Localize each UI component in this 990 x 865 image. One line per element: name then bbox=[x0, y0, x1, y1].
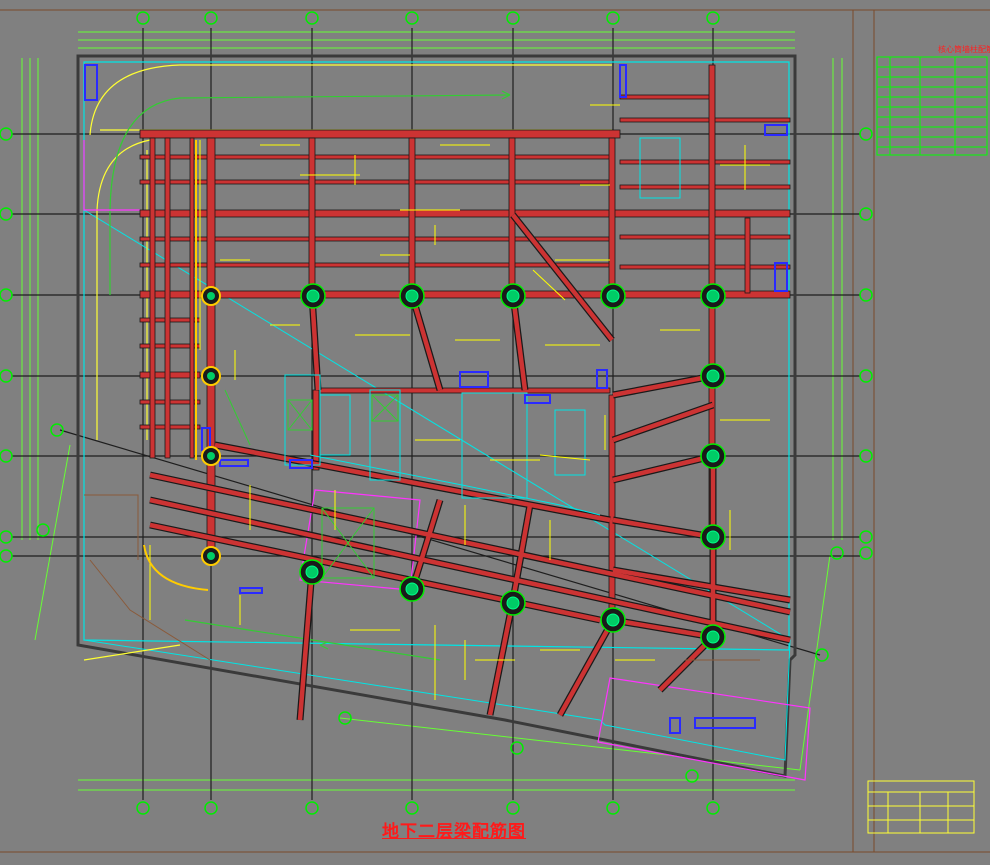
table-caption: 核心筒墙柱配筋表 bbox=[938, 45, 990, 54]
beam-reinforcement-plan bbox=[0, 0, 990, 861]
cad-drawing-canvas: 地下二层梁配筋图 核心筒墙柱配筋表 bbox=[0, 0, 990, 861]
drawing-title: 地下二层梁配筋图 bbox=[382, 822, 526, 842]
